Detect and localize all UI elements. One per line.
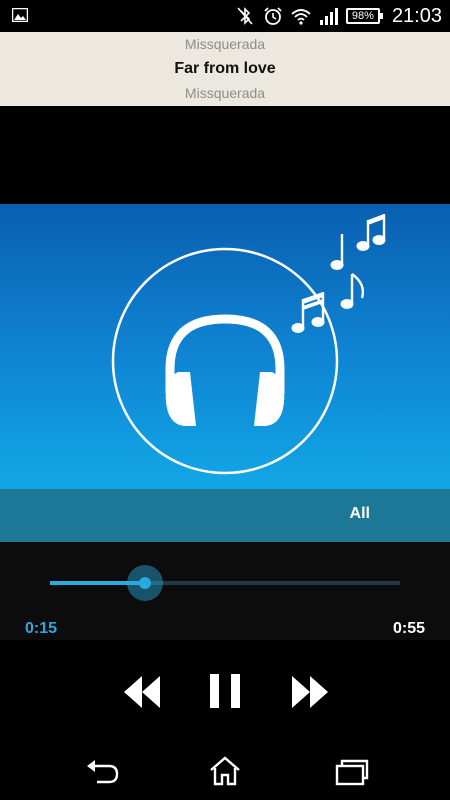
bluetooth-off-icon (237, 7, 253, 25)
repeat-mode-button[interactable]: All (350, 505, 370, 523)
navigation-bar (0, 740, 450, 800)
song-title: Far from love (174, 60, 276, 77)
home-icon[interactable] (205, 754, 245, 788)
wifi-icon (291, 9, 311, 25)
now-playing-header: Missquerada Far from love Missquerada (0, 32, 450, 106)
seek-area: 0:15 0:55 (0, 542, 450, 640)
back-icon[interactable] (83, 754, 123, 788)
art-circle (111, 247, 339, 475)
headphones-icon (165, 314, 285, 426)
artist-name: Missquerada (184, 36, 266, 52)
seek-bar-thumb[interactable] (126, 565, 163, 601)
playback-controls (0, 640, 450, 740)
rewind-icon[interactable] (118, 670, 168, 714)
album-name: Missquerada (184, 85, 266, 101)
spacer (0, 106, 450, 204)
battery-indicator: 98% (345, 8, 383, 24)
status-clock: 21:03 (391, 4, 442, 27)
fast-forward-icon[interactable] (284, 670, 334, 714)
image-notification-icon (12, 8, 28, 22)
seek-bar[interactable] (50, 581, 400, 585)
signal-icon (319, 8, 338, 25)
playlist-bar: All (0, 489, 450, 542)
album-art (0, 204, 450, 490)
status-bar: 98% 21:03 (0, 0, 450, 32)
current-time: 0:15 (25, 620, 58, 637)
recents-icon[interactable] (331, 754, 371, 788)
music-notes-icon (291, 214, 386, 333)
pause-icon[interactable] (200, 670, 250, 714)
alarm-clock-icon (264, 7, 282, 25)
total-time: 0:55 (392, 620, 425, 637)
